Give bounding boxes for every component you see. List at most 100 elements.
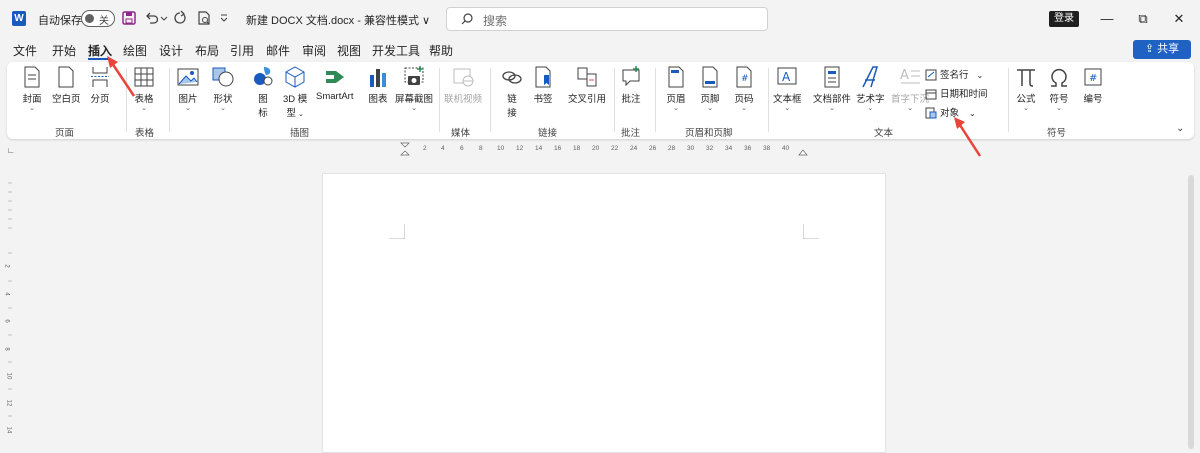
smartart-label: SmartArt xyxy=(316,91,354,102)
document-title[interactable]: 新建 DOCX 文档.docx - 兼容性模式 ∨ xyxy=(246,12,430,28)
ruler-tick-label: 36 xyxy=(744,145,752,152)
chevron-down-icon: ⌄ xyxy=(867,105,874,112)
search-box[interactable]: 搜索 xyxy=(446,7,768,31)
textbox-label: 文本框 xyxy=(773,94,802,105)
tab-view[interactable]: 视图 xyxy=(337,42,361,59)
group-label-symbols: 符号 xyxy=(1047,128,1067,139)
date-time-button[interactable]: 日期和时间 xyxy=(925,86,988,100)
blank-page-icon xyxy=(58,66,74,88)
numbering-button[interactable]: # 编号 xyxy=(1082,65,1104,105)
3d-model-button[interactable]: 3D 模 型 ⌄ xyxy=(283,65,307,119)
minimize-button[interactable]: — xyxy=(1096,8,1118,30)
blank-page-button[interactable]: 空白页 xyxy=(52,65,81,105)
group-separator xyxy=(169,68,170,132)
cover-page-button[interactable]: 封面 ⌄ xyxy=(21,65,43,113)
chevron-down-icon: ⌄ xyxy=(673,105,679,112)
share-button[interactable]: ⇪ 共享 xyxy=(1133,40,1191,59)
tab-file[interactable]: 文件 xyxy=(13,42,37,59)
print-preview-icon[interactable] xyxy=(196,10,212,26)
tab-mailings[interactable]: 邮件 xyxy=(266,42,290,59)
group-separator xyxy=(490,68,491,132)
document-page[interactable] xyxy=(322,173,886,453)
ruler-tick-label: 2 xyxy=(3,264,10,268)
title-bar: W 自动保存 关 新建 DOCX 文档.docx - 兼容性模式 ∨ 搜索 登录… xyxy=(0,0,1200,38)
chart-button[interactable]: 图表 xyxy=(367,65,389,105)
bookmark-button[interactable]: 书签 xyxy=(532,65,554,105)
close-button[interactable]: ✕ xyxy=(1168,8,1190,30)
vertical-ruler[interactable]: 2 4 6 8 10 12 14 xyxy=(3,178,15,449)
textbox-button[interactable]: A 文本框 ⌄ xyxy=(773,65,802,113)
signature-line-button[interactable]: 签名行 ⌄ xyxy=(925,67,983,81)
cross-reference-button[interactable]: 交叉引用 xyxy=(568,65,606,105)
header-button[interactable]: 页眉 ⌄ xyxy=(665,65,687,113)
ruler-tick-label: 10 xyxy=(5,372,12,380)
page-number-button[interactable]: # 页码 ⌄ xyxy=(733,65,755,113)
svg-text:#: # xyxy=(741,74,749,84)
shapes-icon xyxy=(212,67,234,87)
footer-icon xyxy=(702,66,718,88)
tab-layout[interactable]: 布局 xyxy=(195,42,219,59)
shapes-button[interactable]: 形状 ⌄ xyxy=(212,65,234,113)
search-icon xyxy=(461,13,473,25)
comment-button[interactable]: 批注 xyxy=(620,65,642,105)
online-video-button[interactable]: 联机视频 xyxy=(444,65,482,105)
online-video-icon xyxy=(453,68,474,87)
tab-review[interactable]: 审阅 xyxy=(302,42,326,59)
right-indent-marker-icon[interactable] xyxy=(798,146,808,156)
restore-button[interactable]: ⧉ xyxy=(1132,8,1154,30)
tab-selector-icon[interactable]: ∟ xyxy=(7,146,15,155)
group-separator xyxy=(768,68,769,132)
tab-home[interactable]: 开始 xyxy=(52,42,76,59)
footer-button[interactable]: 页脚 ⌄ xyxy=(699,65,721,113)
quick-parts-button[interactable]: 文档部件 ⌄ xyxy=(813,65,851,113)
tab-references[interactable]: 引用 xyxy=(230,42,254,59)
tab-help[interactable]: 帮助 xyxy=(429,42,453,59)
menu-bar: 文件 开始 插入 绘图 设计 布局 引用 邮件 审阅 视图 开发工具 帮助 xyxy=(0,38,1200,62)
wordart-button[interactable]: 艺术字 ⌄ xyxy=(856,65,885,113)
login-button[interactable]: 登录 xyxy=(1049,11,1079,27)
ruler-tick-label: 30 xyxy=(687,145,695,152)
screenshot-button[interactable]: 屏幕截图 ⌄ xyxy=(395,65,433,113)
undo-dropdown-icon[interactable] xyxy=(160,10,168,26)
cross-reference-label: 交叉引用 xyxy=(568,94,607,105)
share-label: 共享 xyxy=(1157,43,1180,55)
smartart-icon xyxy=(325,71,344,83)
group-label-links: 链接 xyxy=(538,128,558,139)
chevron-down-icon: ⌄ xyxy=(296,111,304,118)
group-label-media: 媒体 xyxy=(451,128,471,139)
numbering-icon: # xyxy=(1084,68,1102,86)
autosave-toggle[interactable]: 关 xyxy=(81,10,115,27)
ruler-tick-label: 16 xyxy=(554,145,562,152)
date-time-label: 日期和时间 xyxy=(940,89,988,100)
blank-page-label: 空白页 xyxy=(52,94,81,105)
share-icon: ⇪ xyxy=(1144,43,1158,55)
symbol-button[interactable]: 符号 ⌄ xyxy=(1048,65,1070,113)
icons-button[interactable]: 图 标 xyxy=(252,65,274,119)
group-label-header-footer: 页眉和页脚 xyxy=(685,128,733,139)
3d-model-label: 3D 模 xyxy=(283,94,308,105)
vertical-scrollbar[interactable] xyxy=(1188,175,1194,449)
vertical-ruler-ticks xyxy=(8,182,12,417)
picture-button[interactable]: 图片 ⌄ xyxy=(177,65,199,113)
undo-icon[interactable] xyxy=(144,10,160,26)
ruler-tick-label: 14 xyxy=(535,145,543,152)
calendar-icon xyxy=(925,89,937,100)
numbering-label: 编号 xyxy=(1083,94,1103,105)
drop-cap-button[interactable]: A 首字下沉 ⌄ xyxy=(891,65,929,113)
chevron-down-icon: ⌄ xyxy=(741,105,747,112)
save-icon[interactable] xyxy=(121,10,137,26)
chevron-down-icon: ⌄ xyxy=(411,105,417,112)
smartart-button[interactable]: SmartArt xyxy=(316,65,353,102)
tab-developer[interactable]: 开发工具 xyxy=(372,42,420,59)
redo-icon[interactable] xyxy=(172,10,188,26)
customize-toolbar-icon[interactable] xyxy=(219,10,229,26)
indent-marker-icon[interactable] xyxy=(400,142,414,158)
horizontal-ruler[interactable]: 2 4 6 8 10 12 14 16 18 20 22 24 26 28 30… xyxy=(400,142,810,156)
omega-icon xyxy=(1051,68,1067,87)
equation-button[interactable]: 公式 ⌄ xyxy=(1015,65,1037,113)
link-button[interactable]: 链 接 xyxy=(501,65,523,119)
chart-icon xyxy=(370,69,386,87)
collapse-ribbon-icon[interactable]: ⌄ xyxy=(1176,123,1184,134)
screenshot-label: 屏幕截图 xyxy=(395,94,434,105)
tab-design[interactable]: 设计 xyxy=(159,42,183,59)
